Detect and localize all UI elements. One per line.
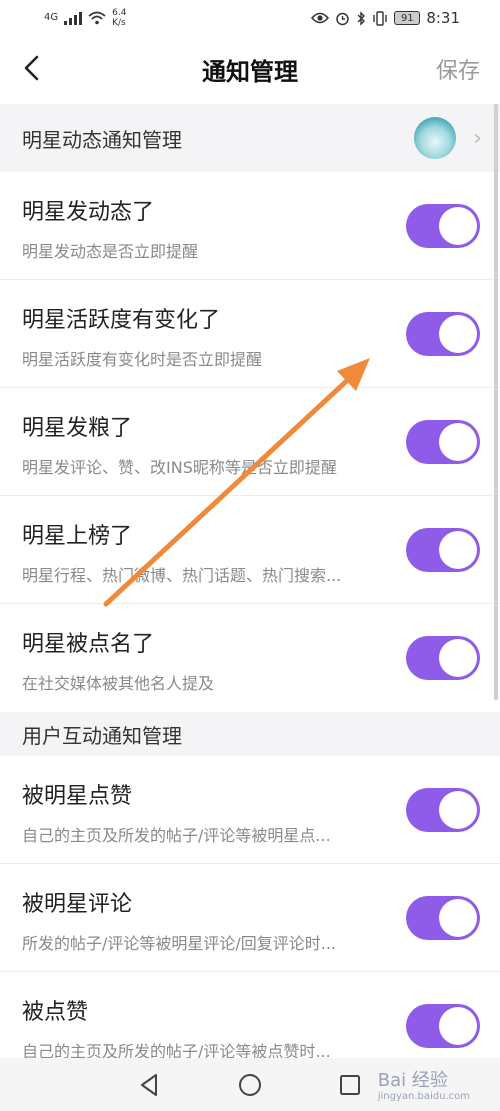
row-title: 明星上榜了 <box>22 524 133 549</box>
row-subtitle: 明星活跃度有变化时是否立即提醒 <box>22 350 263 369</box>
list-item: 明星活跃度有变化了 明星活跃度有变化时是否立即提醒 <box>0 280 500 388</box>
toggle-knob <box>439 207 477 245</box>
toggle-knob <box>439 639 477 677</box>
toggle-knob <box>439 315 477 353</box>
toggle-switch[interactable] <box>406 896 480 940</box>
row-title: 明星发粮了 <box>22 416 133 441</box>
toggle-switch[interactable] <box>406 420 480 464</box>
section-star-notifications[interactable]: 明星动态通知管理 › <box>0 104 500 172</box>
row-subtitle: 自己的主页及所发的帖子/评论等被明星点... <box>22 826 331 845</box>
watermark-url: jingyan.baidu.com <box>377 1091 470 1102</box>
section-title: 明星动态通知管理 <box>22 127 182 152</box>
toggle-switch[interactable] <box>406 528 480 572</box>
row-title: 明星活跃度有变化了 <box>22 308 221 333</box>
list-item: 被明星评论 所发的帖子/评论等被明星评论/回复评论时... <box>0 864 500 972</box>
row-subtitle: 所发的帖子/评论等被明星评论/回复评论时... <box>22 934 337 953</box>
eye-icon <box>311 12 330 24</box>
row-title: 被明星评论 <box>22 892 133 917</box>
save-button[interactable]: 保存 <box>436 53 480 85</box>
row-title: 明星发动态了 <box>22 200 155 225</box>
list-item: 明星发粮了 明星发评论、赞、改INS昵称等是否立即提醒 <box>0 388 500 496</box>
toggle-switch[interactable] <box>406 788 480 832</box>
list-item: 明星上榜了 明星行程、热门微博、热门话题、热门搜索... <box>0 496 500 604</box>
circle-home-icon[interactable] <box>237 1072 263 1098</box>
toggle-knob <box>439 423 477 461</box>
triangle-back-icon[interactable] <box>137 1072 163 1098</box>
row-title: 被点赞 <box>22 1000 89 1025</box>
row-title: 明星被点名了 <box>22 632 155 657</box>
watermark-brand: Bai 经验 <box>377 1070 448 1091</box>
wifi-icon <box>88 11 106 25</box>
page-title: 通知管理 <box>202 57 298 86</box>
row-subtitle: 明星发评论、赞、改INS昵称等是否立即提醒 <box>22 458 337 477</box>
battery-icon: 91 <box>394 11 421 25</box>
toggle-switch[interactable] <box>406 312 480 356</box>
status-left: 4G 6.4 K/s <box>44 8 126 28</box>
row-subtitle: 在社交媒体被其他名人提及 <box>22 674 215 693</box>
section-interaction-notifications: 用户互动通知管理 <box>0 712 500 756</box>
watermark: Bai 经验 jingyan.baidu.com <box>378 1066 470 1102</box>
row-subtitle: 明星行程、热门微博、热门话题、热门搜索... <box>22 566 342 585</box>
toggle-knob <box>439 531 477 569</box>
toggle-knob <box>439 1007 477 1045</box>
vibrate-icon <box>373 10 388 26</box>
net-speed-value: 6.4 <box>112 8 127 18</box>
back-button[interactable] <box>14 50 50 86</box>
alarm-icon <box>336 12 350 25</box>
list-item: 明星发动态了 明星发动态是否立即提醒 <box>0 172 500 280</box>
chevron-left-icon <box>24 55 39 81</box>
row-subtitle: 明星发动态是否立即提醒 <box>22 242 199 261</box>
list-item: 被明星点赞 自己的主页及所发的帖子/评论等被明星点... <box>0 756 500 864</box>
app-header: 通知管理 保存 <box>0 36 500 102</box>
signal-icon <box>64 11 83 25</box>
bluetooth-icon <box>357 10 366 26</box>
clock-time: 8:31 <box>426 9 460 27</box>
network-type: 4G <box>44 12 59 23</box>
status-right: 91 8:31 <box>311 9 460 27</box>
chevron-right-icon: › <box>473 125 482 151</box>
square-recent-icon[interactable] <box>337 1072 363 1098</box>
toggle-switch[interactable] <box>406 1004 480 1048</box>
toggle-switch[interactable] <box>406 204 480 248</box>
toggle-knob <box>439 791 477 829</box>
net-speed: 6.4 K/s <box>112 8 126 28</box>
toggle-switch[interactable] <box>406 636 480 680</box>
list-item: 明星被点名了 在社交媒体被其他名人提及 <box>0 604 500 712</box>
avatar <box>414 117 456 159</box>
row-title: 被明星点赞 <box>22 784 133 809</box>
toggle-knob <box>439 899 477 937</box>
status-bar: 4G 6.4 K/s 91 8:31 <box>0 0 500 36</box>
scrollbar[interactable] <box>494 104 498 700</box>
section-title: 用户互动通知管理 <box>22 723 182 748</box>
net-speed-unit: K/s <box>112 18 126 28</box>
